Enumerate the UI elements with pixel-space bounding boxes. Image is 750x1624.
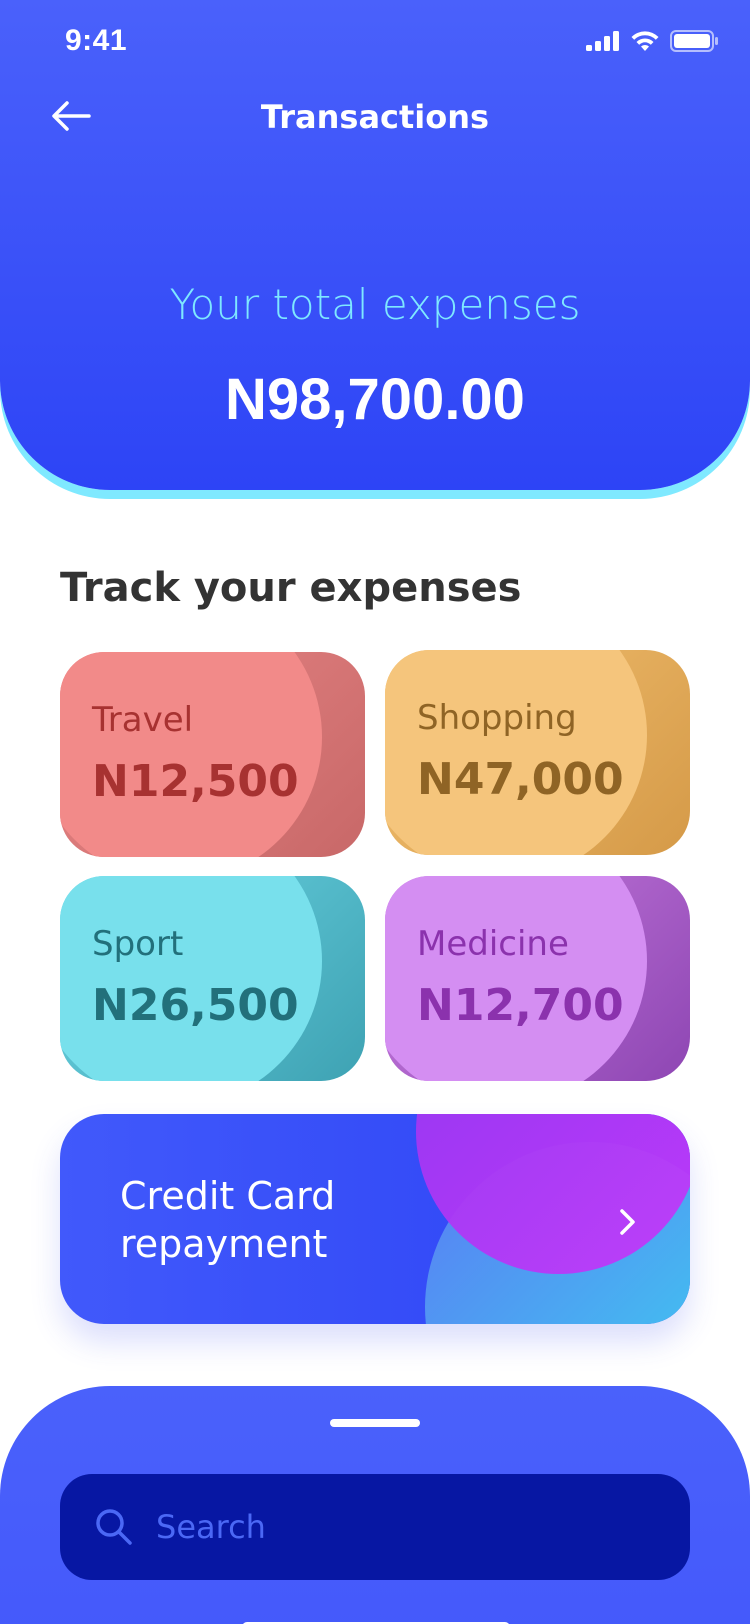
category-label: Sport [92, 924, 184, 964]
signal-icon [586, 31, 619, 51]
category-card-travel[interactable]: Travel N12,500 [60, 652, 365, 857]
category-amount: N12,500 [92, 756, 299, 807]
wifi-icon [631, 31, 659, 51]
sheet-grabber[interactable] [330, 1419, 420, 1427]
card-decoration [385, 876, 647, 1081]
category-amount: N26,500 [92, 980, 299, 1031]
section-title: Track your expenses [60, 565, 522, 611]
card-decoration [60, 652, 322, 857]
card-decoration [60, 876, 322, 1081]
credit-card-repayment-label: Credit Card repayment [120, 1172, 335, 1268]
category-card-medicine[interactable]: Medicine N12,700 [385, 876, 690, 1081]
search-bar[interactable] [60, 1474, 690, 1580]
category-amount: N12,700 [417, 980, 624, 1031]
category-label: Shopping [417, 698, 577, 738]
page-title: Transactions [260, 98, 490, 136]
category-card-sport[interactable]: Sport N26,500 [60, 876, 365, 1081]
credit-card-line2: repayment [120, 1222, 328, 1266]
status-icons [586, 30, 718, 52]
total-expenses-amount: N98,700.00 [225, 367, 525, 432]
search-icon [96, 1509, 132, 1545]
chevron-right-icon [620, 1209, 635, 1235]
search-input[interactable] [156, 1508, 616, 1546]
credit-card-line1: Credit Card [120, 1174, 336, 1218]
credit-card-repayment-button[interactable]: Credit Card repayment [60, 1114, 690, 1324]
battery-icon [670, 30, 718, 52]
category-label: Medicine [417, 924, 569, 964]
status-time: 9:41 [65, 24, 128, 57]
category-label: Travel [92, 700, 194, 740]
category-amount: N47,000 [417, 754, 624, 805]
category-card-shopping[interactable]: Shopping N47,000 [385, 650, 690, 855]
header: 9:41 Transactions Your total expenses N9… [0, 0, 750, 490]
total-expenses-label: Your total expenses [169, 280, 581, 329]
bottom-sheet [0, 1386, 750, 1624]
card-decoration [385, 650, 647, 855]
